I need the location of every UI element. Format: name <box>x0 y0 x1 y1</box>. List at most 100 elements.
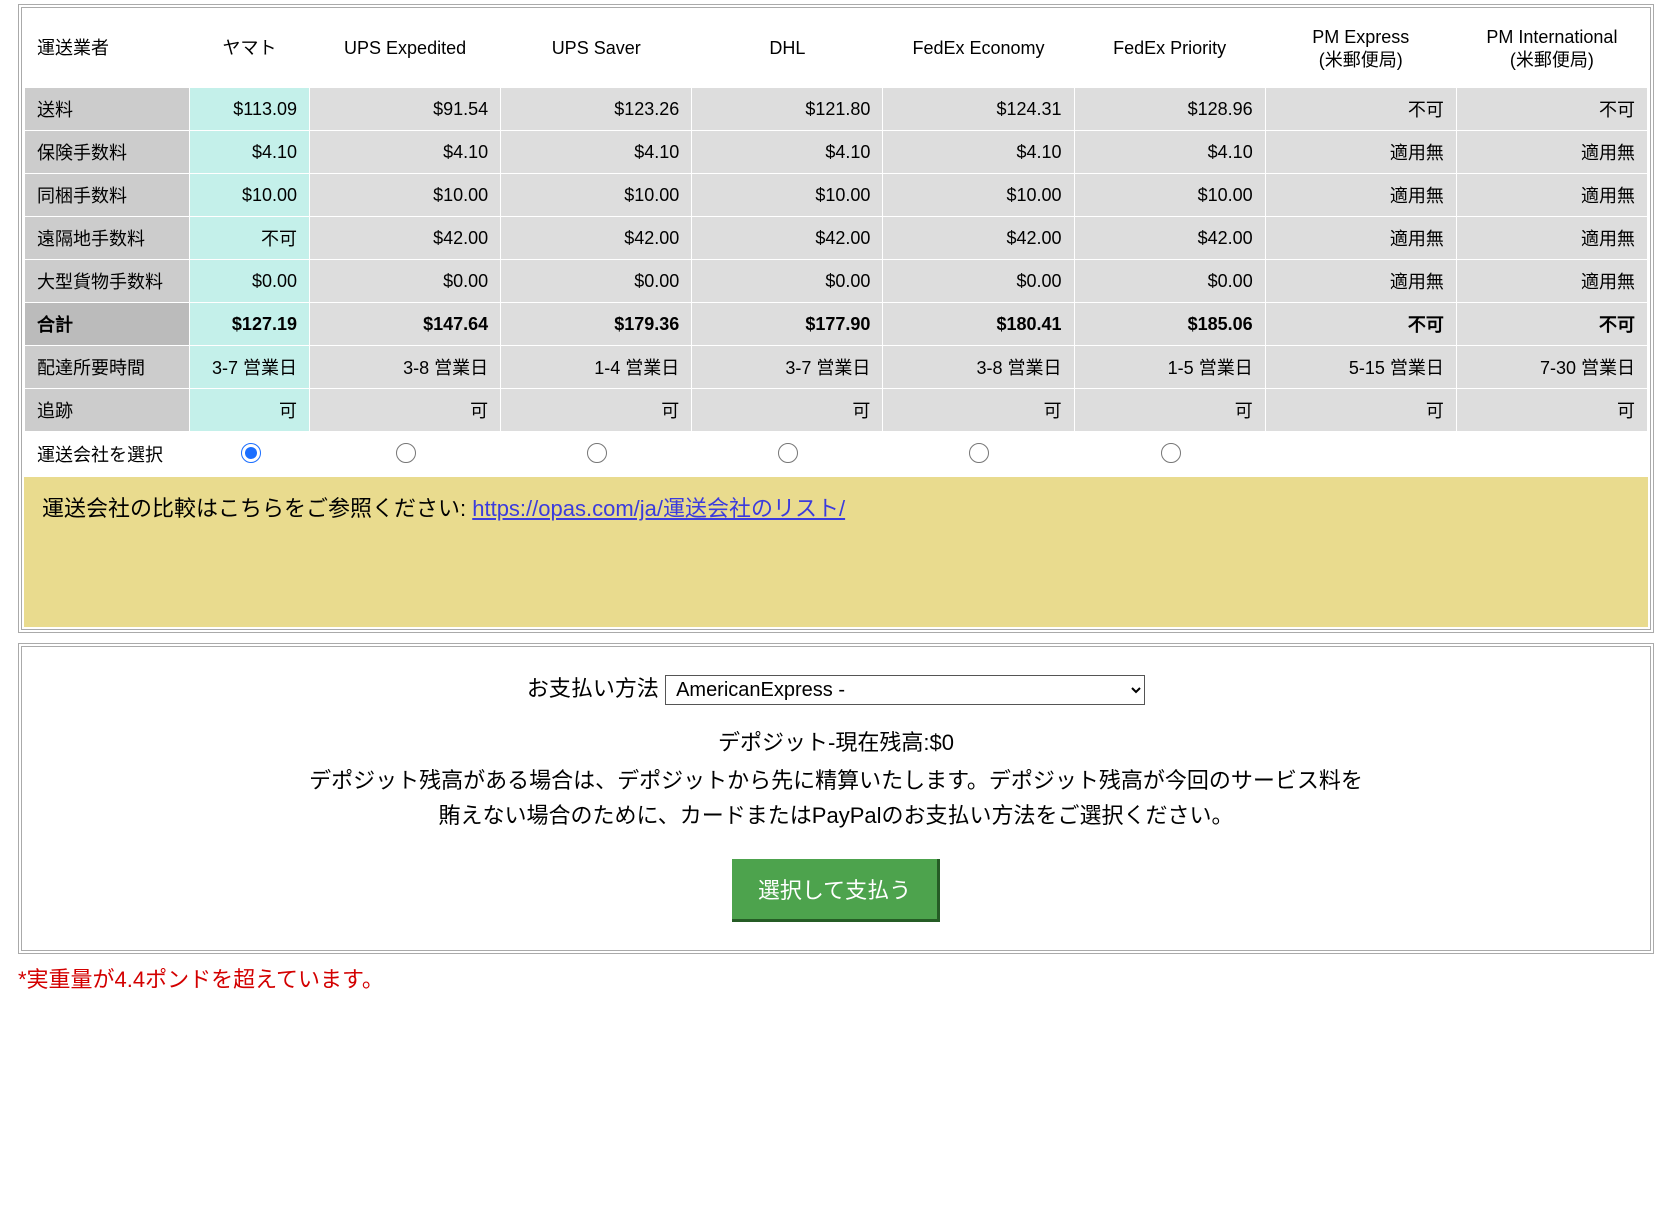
row-label: 配達所要時間 <box>25 346 190 389</box>
carrier-radio[interactable] <box>241 443 261 463</box>
table-cell: $4.10 <box>1074 131 1265 174</box>
select-and-pay-button[interactable]: 選択して支払う <box>732 859 940 922</box>
carrier-select-cell <box>501 432 692 477</box>
table-cell: $4.10 <box>883 131 1074 174</box>
table-cell: $10.00 <box>501 174 692 217</box>
table-cell: 可 <box>310 389 501 432</box>
deposit-balance: デポジット-現在残高:$0 <box>38 725 1634 757</box>
notice-text: 運送会社の比較はこちらをご参照ください: <box>42 496 472 521</box>
table-cell: $4.10 <box>692 131 883 174</box>
table-cell: $0.00 <box>1074 260 1265 303</box>
table-cell: $10.00 <box>310 174 501 217</box>
table-cell: $180.41 <box>883 303 1074 346</box>
table-cell: 不可 <box>1265 303 1456 346</box>
table-cell: 適用無 <box>1265 174 1456 217</box>
table-cell: $42.00 <box>883 217 1074 260</box>
payment-method-select[interactable]: AmericanExpress - <box>665 675 1145 705</box>
payment-section: お支払い方法 AmericanExpress - デポジット-現在残高:$0 デ… <box>18 643 1654 954</box>
row-label-select-carrier: 運送会社を選択 <box>25 432 190 477</box>
row-label: 同梱手数料 <box>25 174 190 217</box>
table-cell: 可 <box>1074 389 1265 432</box>
carrier-select-cell <box>1456 432 1647 477</box>
carrier-radio[interactable] <box>969 443 989 463</box>
table-cell: 可 <box>1456 389 1647 432</box>
table-cell: 適用無 <box>1265 131 1456 174</box>
carrier-radio[interactable] <box>778 443 798 463</box>
column-header: DHL <box>692 11 883 88</box>
carrier-select-cell <box>1074 432 1265 477</box>
carrier-select-cell <box>190 432 310 477</box>
row-label: 追跡 <box>25 389 190 432</box>
payment-desc-line2: 賄えない場合のために、カードまたはPayPalのお支払い方法をご選択ください。 <box>438 803 1233 828</box>
row-label: 遠隔地手数料 <box>25 217 190 260</box>
table-cell: $121.80 <box>692 88 883 131</box>
table-cell: 3-8 営業日 <box>883 346 1074 389</box>
carrier-comparison-notice: 運送会社の比較はこちらをご参照ください: https://opas.com/ja… <box>24 477 1648 627</box>
payment-method-label: お支払い方法 <box>527 676 659 701</box>
column-header: FedEx Priority <box>1074 11 1265 88</box>
table-cell: 適用無 <box>1265 260 1456 303</box>
table-cell: $123.26 <box>501 88 692 131</box>
row-label: 大型貨物手数料 <box>25 260 190 303</box>
table-cell: $4.10 <box>310 131 501 174</box>
table-cell: $124.31 <box>883 88 1074 131</box>
table-cell: 1-4 営業日 <box>501 346 692 389</box>
column-header: ヤマト <box>190 11 310 88</box>
table-cell: 適用無 <box>1456 174 1647 217</box>
table-cell: $128.96 <box>1074 88 1265 131</box>
table-cell: 可 <box>190 389 310 432</box>
shipping-rate-table: 運送業者ヤマトUPS ExpeditedUPS SaverDHLFedEx Ec… <box>24 10 1648 477</box>
carrier-radio[interactable] <box>587 443 607 463</box>
carrier-select-cell <box>883 432 1074 477</box>
carrier-select-cell <box>1265 432 1456 477</box>
carrier-comparison-link[interactable]: https://opas.com/ja/運送会社のリスト/ <box>472 496 845 521</box>
table-cell: $42.00 <box>501 217 692 260</box>
payment-desc-line1: デポジット残高がある場合は、デポジットから先に精算いたします。デポジット残高が今… <box>309 768 1363 793</box>
table-cell: $0.00 <box>501 260 692 303</box>
row-label: 保険手数料 <box>25 131 190 174</box>
table-cell: $42.00 <box>1074 217 1265 260</box>
table-cell: 適用無 <box>1456 217 1647 260</box>
table-cell: $127.19 <box>190 303 310 346</box>
table-cell: $42.00 <box>692 217 883 260</box>
column-header: PM International(米郵便局) <box>1456 11 1647 88</box>
carrier-radio[interactable] <box>1161 443 1181 463</box>
table-cell: 可 <box>883 389 1074 432</box>
table-cell: 不可 <box>1456 88 1647 131</box>
column-header: UPS Expedited <box>310 11 501 88</box>
weight-warning: *実重量が4.4ポンドを超えています。 <box>18 962 1654 994</box>
table-cell: $147.64 <box>310 303 501 346</box>
table-cell: $91.54 <box>310 88 501 131</box>
table-cell: $179.36 <box>501 303 692 346</box>
carrier-radio[interactable] <box>396 443 416 463</box>
column-header: FedEx Economy <box>883 11 1074 88</box>
table-cell: 3-7 営業日 <box>190 346 310 389</box>
table-cell: $113.09 <box>190 88 310 131</box>
table-cell: 不可 <box>1265 88 1456 131</box>
column-header-carrier: 運送業者 <box>25 11 190 88</box>
table-cell: $4.10 <box>190 131 310 174</box>
table-cell: $10.00 <box>1074 174 1265 217</box>
table-cell: $0.00 <box>310 260 501 303</box>
table-cell: 3-8 営業日 <box>310 346 501 389</box>
table-cell: $0.00 <box>692 260 883 303</box>
table-cell: 可 <box>692 389 883 432</box>
table-cell: 可 <box>501 389 692 432</box>
table-cell: $177.90 <box>692 303 883 346</box>
table-cell: 不可 <box>190 217 310 260</box>
carrier-select-cell <box>692 432 883 477</box>
table-cell: 1-5 営業日 <box>1074 346 1265 389</box>
table-cell: $185.06 <box>1074 303 1265 346</box>
table-cell: $10.00 <box>883 174 1074 217</box>
column-header: PM Express(米郵便局) <box>1265 11 1456 88</box>
table-cell: 5-15 営業日 <box>1265 346 1456 389</box>
row-label: 合計 <box>25 303 190 346</box>
table-cell: 適用無 <box>1456 131 1647 174</box>
table-cell: $0.00 <box>883 260 1074 303</box>
carrier-select-cell <box>310 432 501 477</box>
table-cell: 3-7 営業日 <box>692 346 883 389</box>
table-cell: $0.00 <box>190 260 310 303</box>
table-cell: 7-30 営業日 <box>1456 346 1647 389</box>
table-cell: $10.00 <box>692 174 883 217</box>
table-cell: 不可 <box>1456 303 1647 346</box>
